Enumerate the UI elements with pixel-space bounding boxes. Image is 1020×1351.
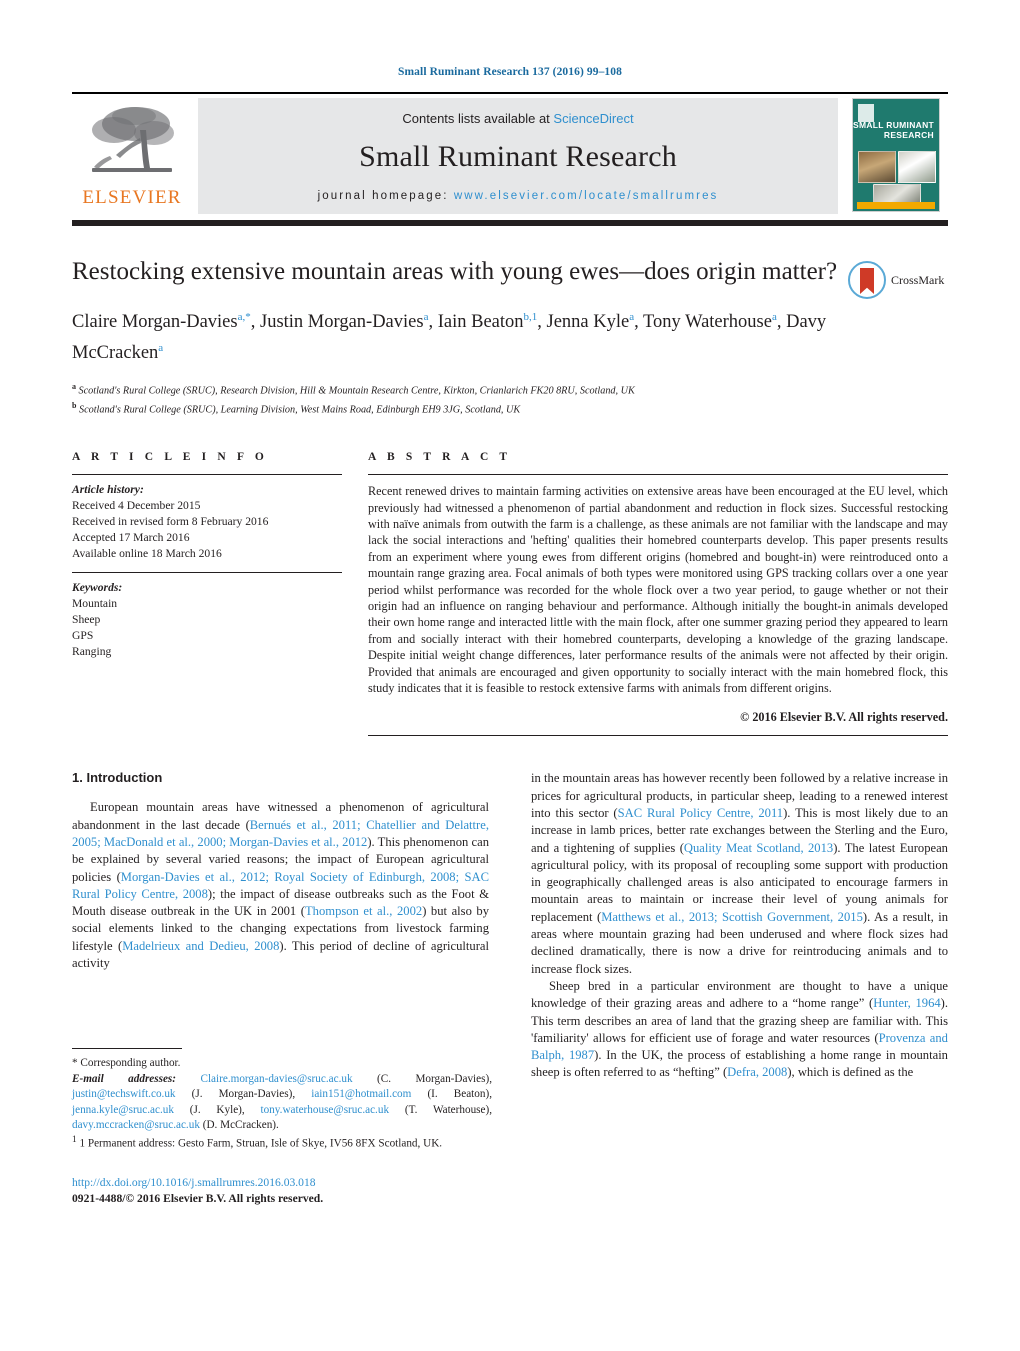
intro-paragraph-2: in the mountain areas has however recent… — [531, 771, 948, 976]
homepage-prefix: journal homepage: — [317, 189, 454, 202]
history-item: Accepted 17 March 2016 — [72, 531, 190, 545]
issn-copyright-line: 0921-4488/© 2016 Elsevier B.V. All right… — [72, 1191, 324, 1205]
affiliation-a: a Scotland's Rural College (SRUC), Resea… — [72, 382, 635, 397]
article-history-label: Article history: — [72, 483, 144, 497]
journal-cover-block: SMALL RUMINANT RESEARCH — [844, 94, 948, 220]
sciencedirect-link[interactable]: ScienceDirect — [553, 111, 633, 126]
running-head: Small Ruminant Research 137 (2016) 99–10… — [398, 66, 622, 78]
author-list: Claire Morgan-Daviesa,*, Justin Morgan-D… — [72, 311, 827, 364]
abstract-column: A B S T R A C T Recent renewed drives to… — [368, 451, 948, 737]
cover-photo-goat — [858, 151, 896, 183]
body-left-column: 1. Introduction European mountain areas … — [72, 770, 492, 1205]
affiliation-a-text: Scotland's Rural College (SRUC), Researc… — [78, 385, 635, 397]
history-item: Available online 18 March 2016 — [72, 547, 222, 561]
body-columns: 1. Introduction European mountain areas … — [72, 770, 948, 1205]
contents-available-line: Contents lists available at ScienceDirec… — [402, 111, 633, 126]
cover-footer-band — [857, 202, 935, 209]
masthead-bottom-rule — [72, 220, 948, 226]
info-abstract-region: A R T I C L E I N F O Article history: R… — [72, 451, 948, 737]
article-history-group: Article history: Received 4 December 201… — [72, 475, 342, 572]
footnote-permanent-address: 1 1 Permanent address: Gesto Farm, Strua… — [72, 1135, 443, 1151]
abstract-heading: A B S T R A C T — [368, 451, 512, 464]
journal-cover-image: SMALL RUMINANT RESEARCH — [852, 98, 940, 212]
crossmark-label: CrossMark — [891, 272, 945, 287]
history-item: Received in revised form 8 February 2016 — [72, 515, 269, 529]
footnote-separator — [72, 1048, 182, 1050]
crossmark-icon — [848, 261, 886, 299]
title-block: CrossMark Restocking extensive mountain … — [72, 256, 948, 417]
keywords-group: Keywords: Mountain Sheep GPS Ranging — [72, 573, 342, 670]
homepage-url-link[interactable]: www.elsevier.com/locate/smallrumres — [454, 190, 719, 202]
keyword-item: Sheep — [72, 613, 101, 627]
intro-paragraph-1: European mountain areas have witnessed a… — [72, 800, 490, 971]
footnote-email-addresses: E-mail addresses: Claire.morgan-davies@s… — [72, 1072, 493, 1131]
journal-banner: Contents lists available at ScienceDirec… — [198, 98, 838, 214]
footnote-region: * Corresponding author. E-mail addresses… — [72, 1048, 492, 1206]
elsevier-wordmark: ELSEVIER — [82, 187, 182, 208]
section-heading-introduction: 1. Introduction — [72, 770, 163, 786]
crossmark-badge[interactable]: CrossMark — [848, 260, 948, 300]
affiliation-b: b Scotland's Rural College (SRUC), Learn… — [72, 400, 521, 416]
intro-paragraph-3: Sheep bred in a particular environment a… — [531, 978, 949, 1080]
page-title: Restocking extensive mountain areas with… — [72, 258, 838, 285]
abstract-text: Recent renewed drives to maintain farmin… — [368, 484, 948, 695]
contents-prefix: Contents lists available at — [402, 110, 554, 126]
affiliation-b-text: Scotland's Rural College (SRUC), Learnin… — [79, 404, 521, 416]
permanent-address-text: 1 Permanent address: Gesto Farm, Struan,… — [79, 1138, 443, 1151]
article-info-column: A R T I C L E I N F O Article history: R… — [72, 451, 342, 736]
doi-link[interactable]: http://dx.doi.org/10.1016/j.smallrumres.… — [72, 1175, 492, 1191]
footnote-corresponding-author: * Corresponding author. — [72, 1057, 181, 1070]
abstract-bottom-rule — [368, 735, 948, 737]
article-info-heading: A R T I C L E I N F O — [72, 451, 268, 464]
abstract-copyright: © 2016 Elsevier B.V. All rights reserved… — [740, 710, 948, 725]
journal-homepage-line: journal homepage: www.elsevier.com/locat… — [318, 190, 719, 202]
keywords-label: Keywords: — [72, 581, 123, 595]
keyword-item: Mountain — [72, 597, 118, 611]
history-item: Received 4 December 2015 — [72, 499, 201, 513]
journal-title: Small Ruminant Research — [359, 139, 677, 173]
body-right-column: in the mountain areas has however recent… — [531, 770, 948, 1081]
publisher-logo-block: ELSEVIER — [72, 94, 192, 220]
journal-masthead: ELSEVIER Contents lists available at Sci… — [72, 92, 948, 220]
cover-photo-sheep — [898, 151, 936, 183]
doi-block: http://dx.doi.org/10.1016/j.smallrumres.… — [72, 1175, 492, 1207]
paper-page: Small Ruminant Research 137 (2016) 99–10… — [0, 0, 1020, 1351]
keyword-item: Ranging — [72, 645, 112, 659]
cover-title-text: SMALL RUMINANT RESEARCH — [853, 120, 935, 140]
elsevier-tree-icon — [92, 107, 174, 172]
keyword-item: GPS — [72, 629, 94, 643]
